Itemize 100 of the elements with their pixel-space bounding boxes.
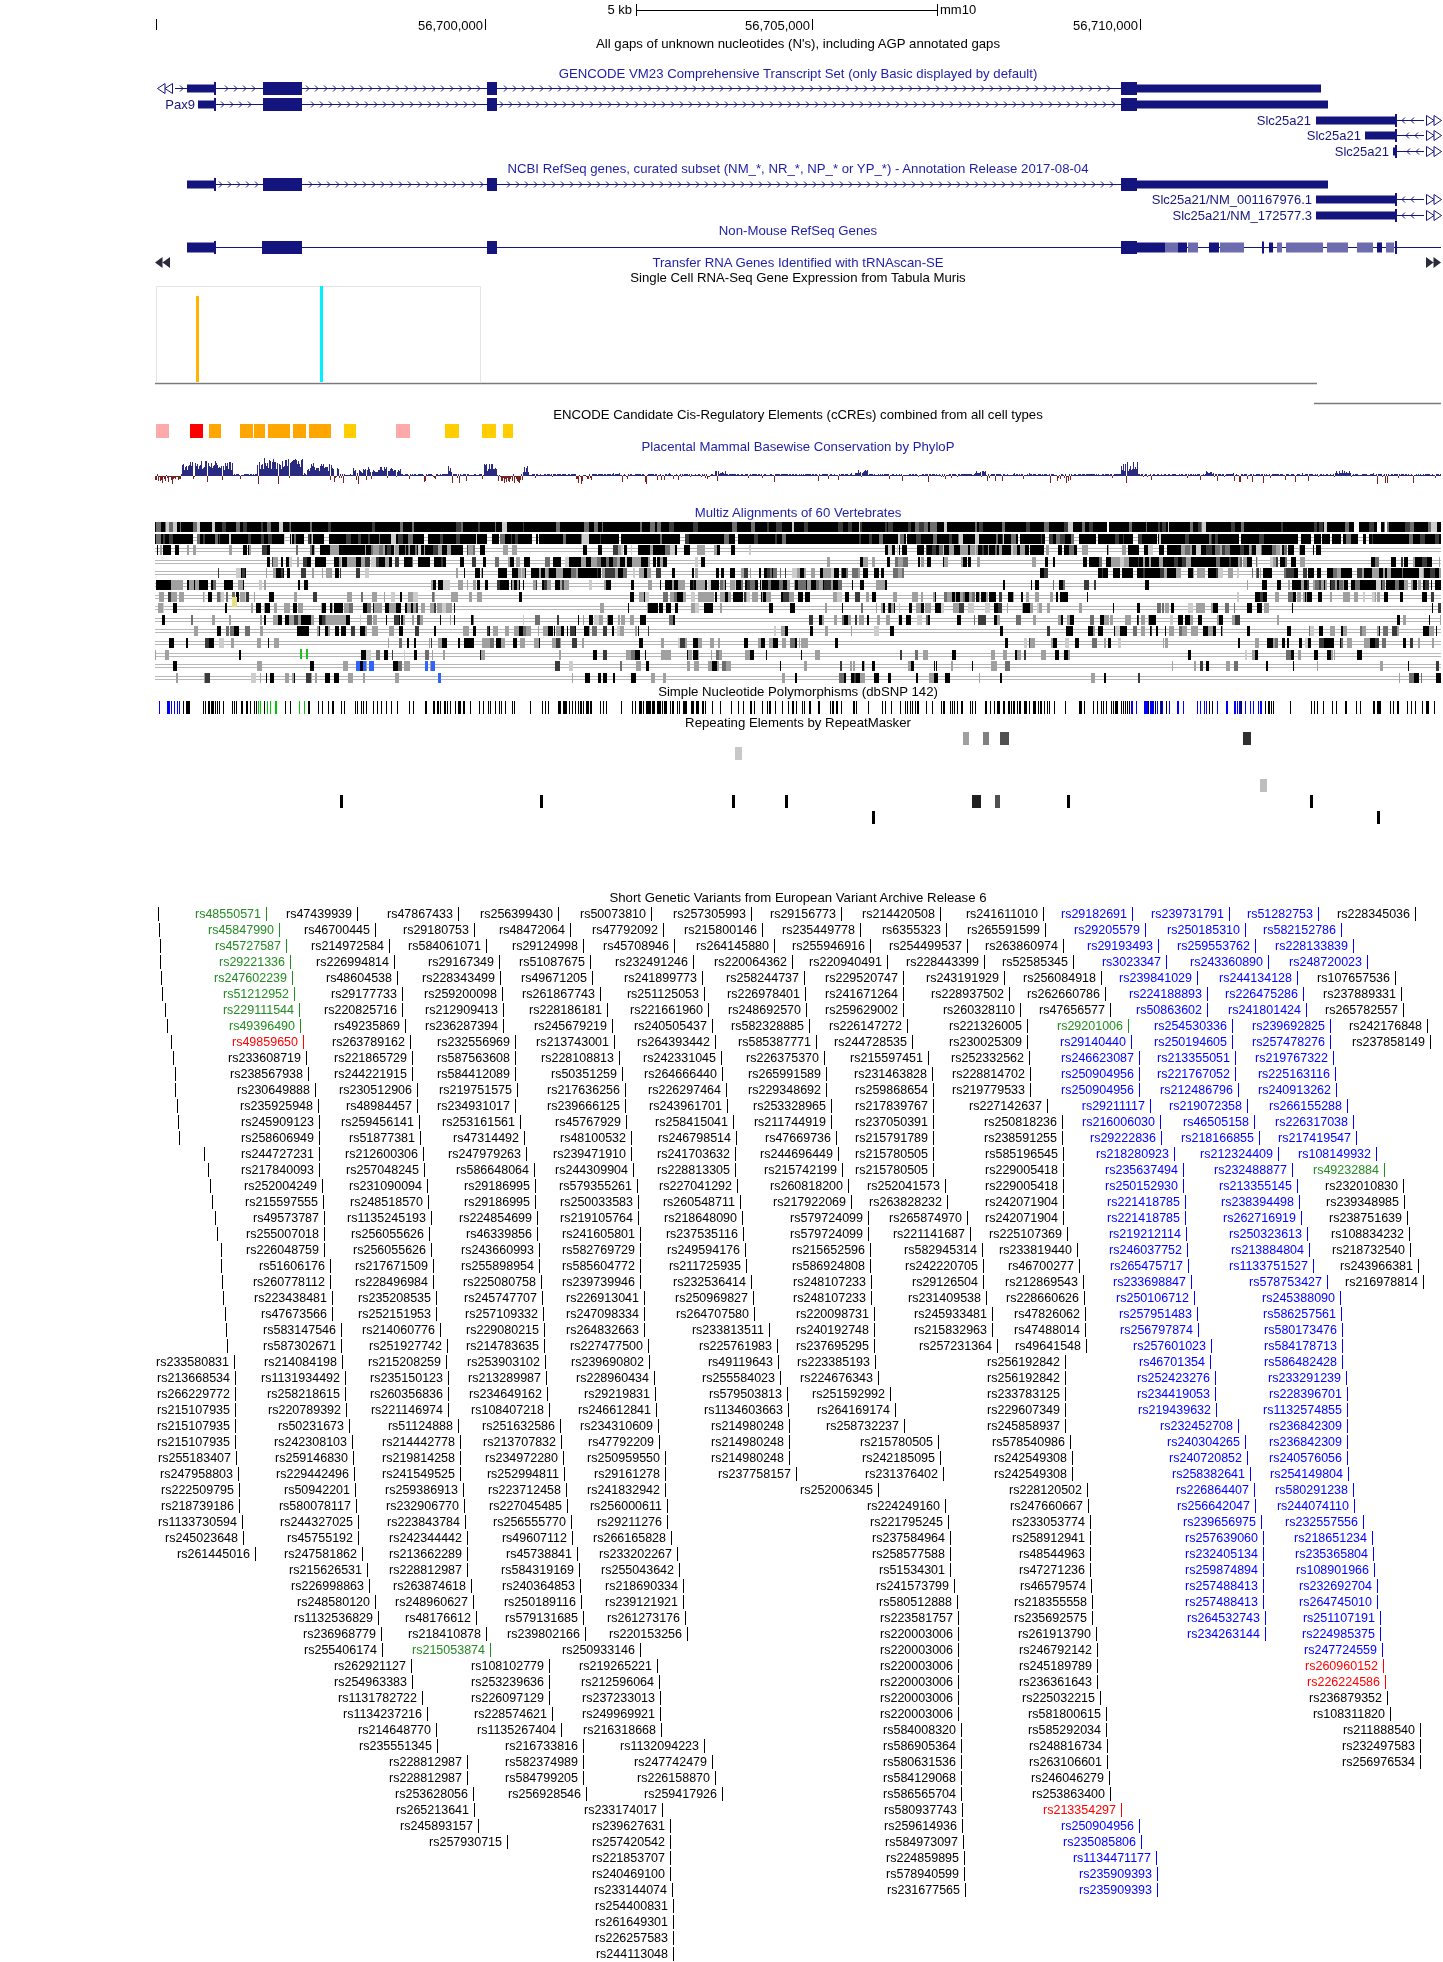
variant-label: rs247602239 (214, 970, 287, 986)
variant-label: rs232491246 (615, 954, 688, 970)
variant-label: rs257305993 (673, 906, 746, 922)
variant-label: rs239841029 (1119, 970, 1192, 986)
double-triangle-right-icon[interactable] (1426, 257, 1441, 268)
variant-label: rs220003006 (880, 1626, 953, 1642)
variant-label: rs253161561 (442, 1114, 515, 1130)
double-triangle-right-icon[interactable] (1426, 194, 1442, 205)
variant-label: rs236287394 (425, 1018, 498, 1034)
variant-label: rs228108813 (541, 1050, 614, 1066)
transcript-model[interactable] (1315, 114, 1425, 127)
variant-label: rs45755192 (286, 1530, 353, 1546)
transcript-model[interactable] (1315, 209, 1425, 222)
variant-label: rs261649301 (595, 1914, 668, 1930)
variant-label: rs234419053 (1137, 1386, 1210, 1402)
variant-label: rs246792142 (1019, 1642, 1092, 1658)
double-triangle-right-icon[interactable] (1426, 130, 1442, 141)
variant-label: rs47669736 (764, 1130, 831, 1146)
variant-label: rs584008320 (883, 1722, 956, 1738)
variant-label: rs241671264 (825, 986, 898, 1002)
variant-label: rs243966381 (1340, 1258, 1413, 1274)
variant-label: rs211744919 (753, 1114, 826, 1130)
transcript-model[interactable] (1315, 193, 1425, 206)
variant-label: rs250323613 (1229, 1226, 1302, 1242)
transcript-model[interactable] (1364, 129, 1425, 142)
variant-label: rs232556969 (437, 1034, 510, 1050)
variant-label: rs220003006 (880, 1674, 953, 1690)
variant-label: rs240469100 (592, 1866, 665, 1882)
variant-label: rs238567938 (230, 1066, 303, 1082)
variant-label: rs239656975 (1183, 1514, 1256, 1530)
variant-label: rs215791789 (855, 1130, 928, 1146)
variant-label: rs47673566 (260, 1306, 327, 1322)
variant-label: rs264145880 (696, 938, 769, 954)
variant-label: rs108407218 (471, 1402, 544, 1418)
variant-label: rs259553762 (1177, 938, 1250, 954)
variant-label: rs241801424 (1228, 1002, 1301, 1018)
variant-label: rs229442496 (276, 1466, 349, 1482)
transcript-model[interactable] (197, 98, 1329, 111)
variant-label: rs243360890 (1190, 954, 1263, 970)
variant-label: rs221418785 (1107, 1194, 1180, 1210)
variant-label: rs241703632 (657, 1146, 730, 1162)
variant-label: rs578940599 (886, 1866, 959, 1882)
double-triangle-left-icon[interactable] (155, 257, 170, 268)
transcript-model[interactable] (174, 82, 1322, 95)
double-triangle-right-icon[interactable] (1426, 115, 1442, 126)
variant-label: rs582328885 (731, 1018, 804, 1034)
variant-label: rs215780505 (855, 1146, 928, 1162)
double-triangle-right-icon[interactable] (1426, 146, 1442, 157)
variant-label: rs235909393 (1079, 1866, 1152, 1882)
double-triangle-left-icon[interactable] (157, 83, 173, 94)
variant-label: rs29124998 (511, 938, 578, 954)
variant-label: rs254149804 (1270, 1466, 1343, 1482)
variant-label: rs46700445 (303, 922, 370, 938)
variant-label: rs219439632 (1138, 1402, 1211, 1418)
variant-label: rs214783635 (466, 1338, 539, 1354)
variant-label: rs248518570 (350, 1194, 423, 1210)
variant-label: rs254499537 (889, 938, 962, 954)
variant-label: rs240505437 (634, 1018, 707, 1034)
variant-label: rs217839767 (855, 1098, 928, 1114)
transcript-model[interactable] (186, 241, 1442, 254)
variant-label: rs49396490 (228, 1018, 295, 1034)
variant-label: rs48176612 (404, 1610, 471, 1626)
variant-label: rs263789162 (332, 1034, 405, 1050)
variant-label: rs218732540 (1332, 1242, 1405, 1258)
variant-label: rs262921127 (333, 1658, 406, 1674)
variant-label: rs29182691 (1060, 906, 1127, 922)
variant-label: rs250904956 (1061, 1066, 1134, 1082)
variant-label: rs228960434 (576, 1370, 649, 1386)
variant-label: rs585196545 (985, 1146, 1058, 1162)
variant-label: rs585387771 (738, 1034, 811, 1050)
variant-label: rs252004249 (244, 1178, 317, 1194)
double-triangle-right-icon[interactable] (1426, 210, 1442, 221)
variant-label: rs256192842 (987, 1370, 1060, 1386)
variant-label: rs243191929 (926, 970, 999, 986)
variant-label: rs242071904 (985, 1194, 1058, 1210)
variant-label: rs256399430 (480, 906, 553, 922)
variant-label: rs50942201 (283, 1482, 350, 1498)
variant-label: rs213884804 (1231, 1242, 1304, 1258)
transcript-model[interactable] (1392, 145, 1425, 158)
variant-label: rs250033583 (560, 1194, 633, 1210)
variant-label: rs250152930 (1105, 1178, 1178, 1194)
variant-label: rs260356836 (370, 1386, 443, 1402)
variant-label: rs225080758 (463, 1274, 536, 1290)
variant-label: rs245747707 (464, 1290, 537, 1306)
variant-label: rs239666125 (547, 1098, 620, 1114)
variant-label: rs6355323 (881, 922, 941, 938)
transcript-model[interactable] (186, 178, 1329, 191)
variant-label: rs259614936 (884, 1818, 957, 1834)
variant-label: rs214060776 (362, 1322, 435, 1338)
variant-label: rs231090094 (349, 1178, 422, 1194)
variant-label: rs248960627 (395, 1594, 468, 1610)
variant-label: rs227041292 (659, 1178, 732, 1194)
variant-label: rs45767929 (554, 1114, 621, 1130)
track-title: GENCODE VM23 Comprehensive Transcript Set (only Basic displayed by default) (558, 66, 1038, 82)
variant-label: rs256000611 (589, 1498, 662, 1514)
variant-label: rs216978814 (1345, 1274, 1418, 1290)
variant-label: rs221326005 (949, 1018, 1022, 1034)
variant-label: rs253239636 (471, 1674, 544, 1690)
variant-label: rs257930715 (429, 1834, 502, 1850)
track-title: Simple Nucleotide Polymorphisms (dbSNP 142) (658, 684, 938, 700)
